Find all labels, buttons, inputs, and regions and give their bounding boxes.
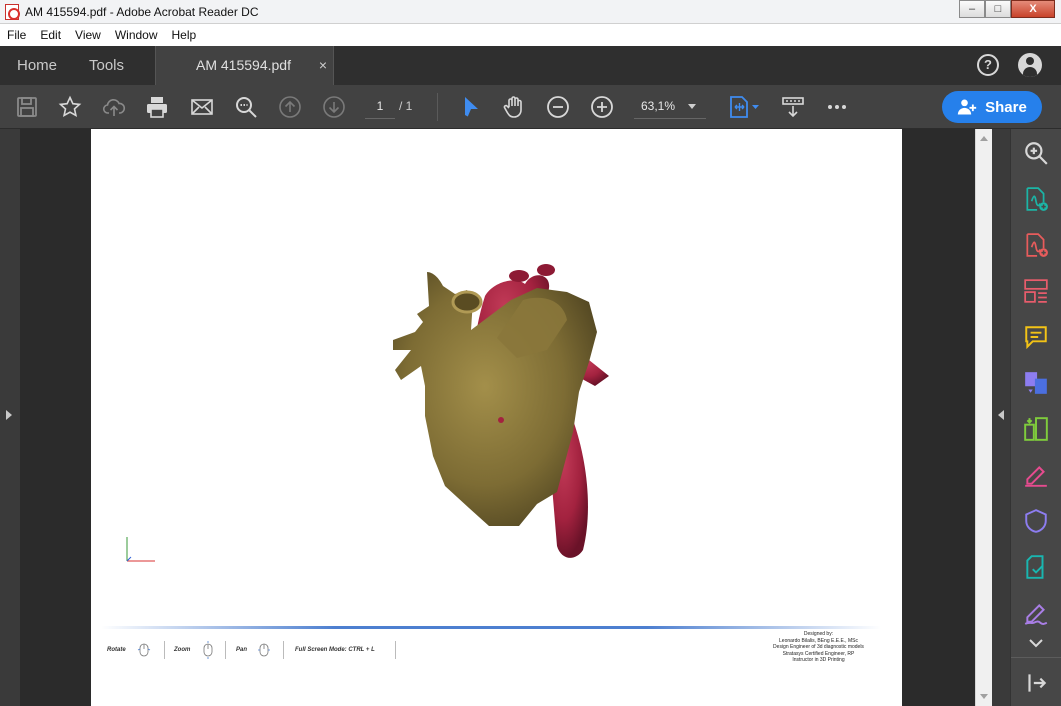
email-icon[interactable] — [187, 92, 217, 122]
tab-bar: Home Tools AM 415594.pdf × ? — [0, 46, 1061, 85]
find-zoom-icon[interactable] — [231, 92, 261, 122]
combine-files-icon[interactable] — [1022, 369, 1050, 397]
share-label: Share — [985, 98, 1027, 116]
page-up-icon[interactable] — [275, 92, 305, 122]
chevron-down-icon[interactable] — [1025, 635, 1047, 651]
control-separator — [225, 641, 226, 659]
save-icon[interactable] — [12, 92, 42, 122]
acrobat-window: AM 415594.pdf - Adobe Acrobat Reader DC … — [0, 0, 1061, 706]
tab-tools[interactable]: Tools — [89, 46, 124, 85]
menu-help[interactable]: Help — [165, 28, 204, 42]
fullscreen-hint: Full Screen Mode: CTRL + L — [295, 647, 375, 653]
comment-icon[interactable] — [1022, 323, 1050, 351]
control-separator — [283, 641, 284, 659]
tools-pane — [1010, 129, 1061, 706]
zoom-mouse-icon[interactable] — [201, 641, 215, 659]
tab-document-label: AM 415594.pdf — [196, 57, 291, 73]
minimize-button[interactable]: – — [959, 0, 985, 18]
scroll-mode-icon[interactable] — [778, 92, 808, 122]
user-icon[interactable] — [1018, 53, 1042, 77]
pdf-page[interactable]: Rotate Zoom Pan Full Screen Mode: CTRL +… — [91, 129, 902, 706]
title-bar: AM 415594.pdf - Adobe Acrobat Reader DC … — [0, 0, 1061, 24]
print-icon[interactable] — [142, 92, 172, 122]
close-button[interactable]: X — [1011, 0, 1055, 18]
pan-label: Pan — [236, 647, 248, 653]
tab-close-icon[interactable]: × — [319, 46, 327, 85]
toolbar: 1 / 1 63,1% Share — [0, 85, 1061, 129]
zoom-level-select[interactable]: 63,1% — [634, 95, 706, 119]
bookmark-star-icon[interactable] — [55, 92, 85, 122]
sign-icon[interactable] — [1022, 599, 1050, 627]
zoom-label: Zoom — [174, 647, 191, 653]
pdf-file-icon — [5, 3, 20, 20]
window-title: AM 415594.pdf - Adobe Acrobat Reader DC — [25, 4, 259, 19]
page-number-input[interactable]: 1 — [365, 95, 395, 119]
panel-divider — [1011, 657, 1061, 658]
select-cursor-icon[interactable] — [456, 92, 486, 122]
create-pdf-icon[interactable] — [1022, 185, 1050, 213]
window-controls: – □ X — [959, 0, 1055, 18]
vertical-scrollbar[interactable] — [975, 129, 992, 706]
search-zoom-icon[interactable] — [1022, 139, 1050, 167]
page-total: / 1 — [399, 99, 413, 113]
left-panel-toggle[interactable] — [0, 129, 20, 706]
scroll-down-icon[interactable] — [980, 694, 988, 699]
right-panel-toggle[interactable] — [992, 129, 1010, 706]
toolbar-separator — [437, 93, 438, 121]
zoom-out-icon[interactable] — [543, 92, 573, 122]
protect-icon[interactable] — [1022, 507, 1050, 535]
zoom-level-value: 63,1% — [641, 99, 676, 113]
organize-pages-icon[interactable] — [1022, 277, 1050, 305]
heart-3d-model[interactable] — [373, 260, 631, 561]
designer-credits: Designed by: Leonardo Bilalis, BEng E.E.… — [741, 631, 896, 664]
menu-file[interactable]: File — [0, 28, 33, 42]
chevron-right-icon — [6, 410, 12, 420]
export-pdf-icon[interactable] — [1022, 231, 1050, 259]
menu-view[interactable]: View — [68, 28, 108, 42]
upload-cloud-icon[interactable] — [99, 92, 129, 122]
help-icon[interactable]: ? — [977, 54, 999, 76]
fit-page-icon[interactable] — [723, 92, 763, 122]
axis-triad-icon — [126, 537, 155, 562]
menu-edit[interactable]: Edit — [33, 28, 68, 42]
chevron-down-icon — [688, 104, 696, 109]
tab-document[interactable]: AM 415594.pdf × — [155, 46, 334, 85]
footer-divider — [101, 626, 881, 629]
menu-bar: File Edit View Window Help — [0, 24, 1061, 46]
control-separator — [395, 641, 396, 659]
rotate-mouse-icon[interactable] — [137, 641, 151, 659]
scroll-up-icon[interactable] — [980, 136, 988, 141]
zoom-in-icon[interactable] — [587, 92, 617, 122]
rotate-label: Rotate — [107, 647, 126, 653]
compress-icon[interactable] — [1022, 415, 1050, 443]
page-down-icon[interactable] — [319, 92, 349, 122]
hand-tool-icon[interactable] — [499, 92, 529, 122]
add-user-icon — [957, 99, 977, 115]
menu-window[interactable]: Window — [108, 28, 165, 42]
tab-home[interactable]: Home — [17, 46, 57, 85]
fill-sign-icon[interactable] — [1022, 461, 1050, 489]
more-icon[interactable] — [822, 92, 852, 122]
control-separator — [164, 641, 165, 659]
chevron-left-icon — [998, 410, 1004, 420]
send-for-review-icon[interactable] — [1022, 553, 1050, 581]
pan-mouse-icon[interactable] — [257, 641, 271, 659]
credit-line: Instructor in 3D Printing — [792, 657, 845, 663]
maximize-button[interactable]: □ — [985, 0, 1011, 18]
share-button[interactable]: Share — [942, 91, 1042, 123]
collapse-pane-icon[interactable] — [1022, 669, 1050, 697]
